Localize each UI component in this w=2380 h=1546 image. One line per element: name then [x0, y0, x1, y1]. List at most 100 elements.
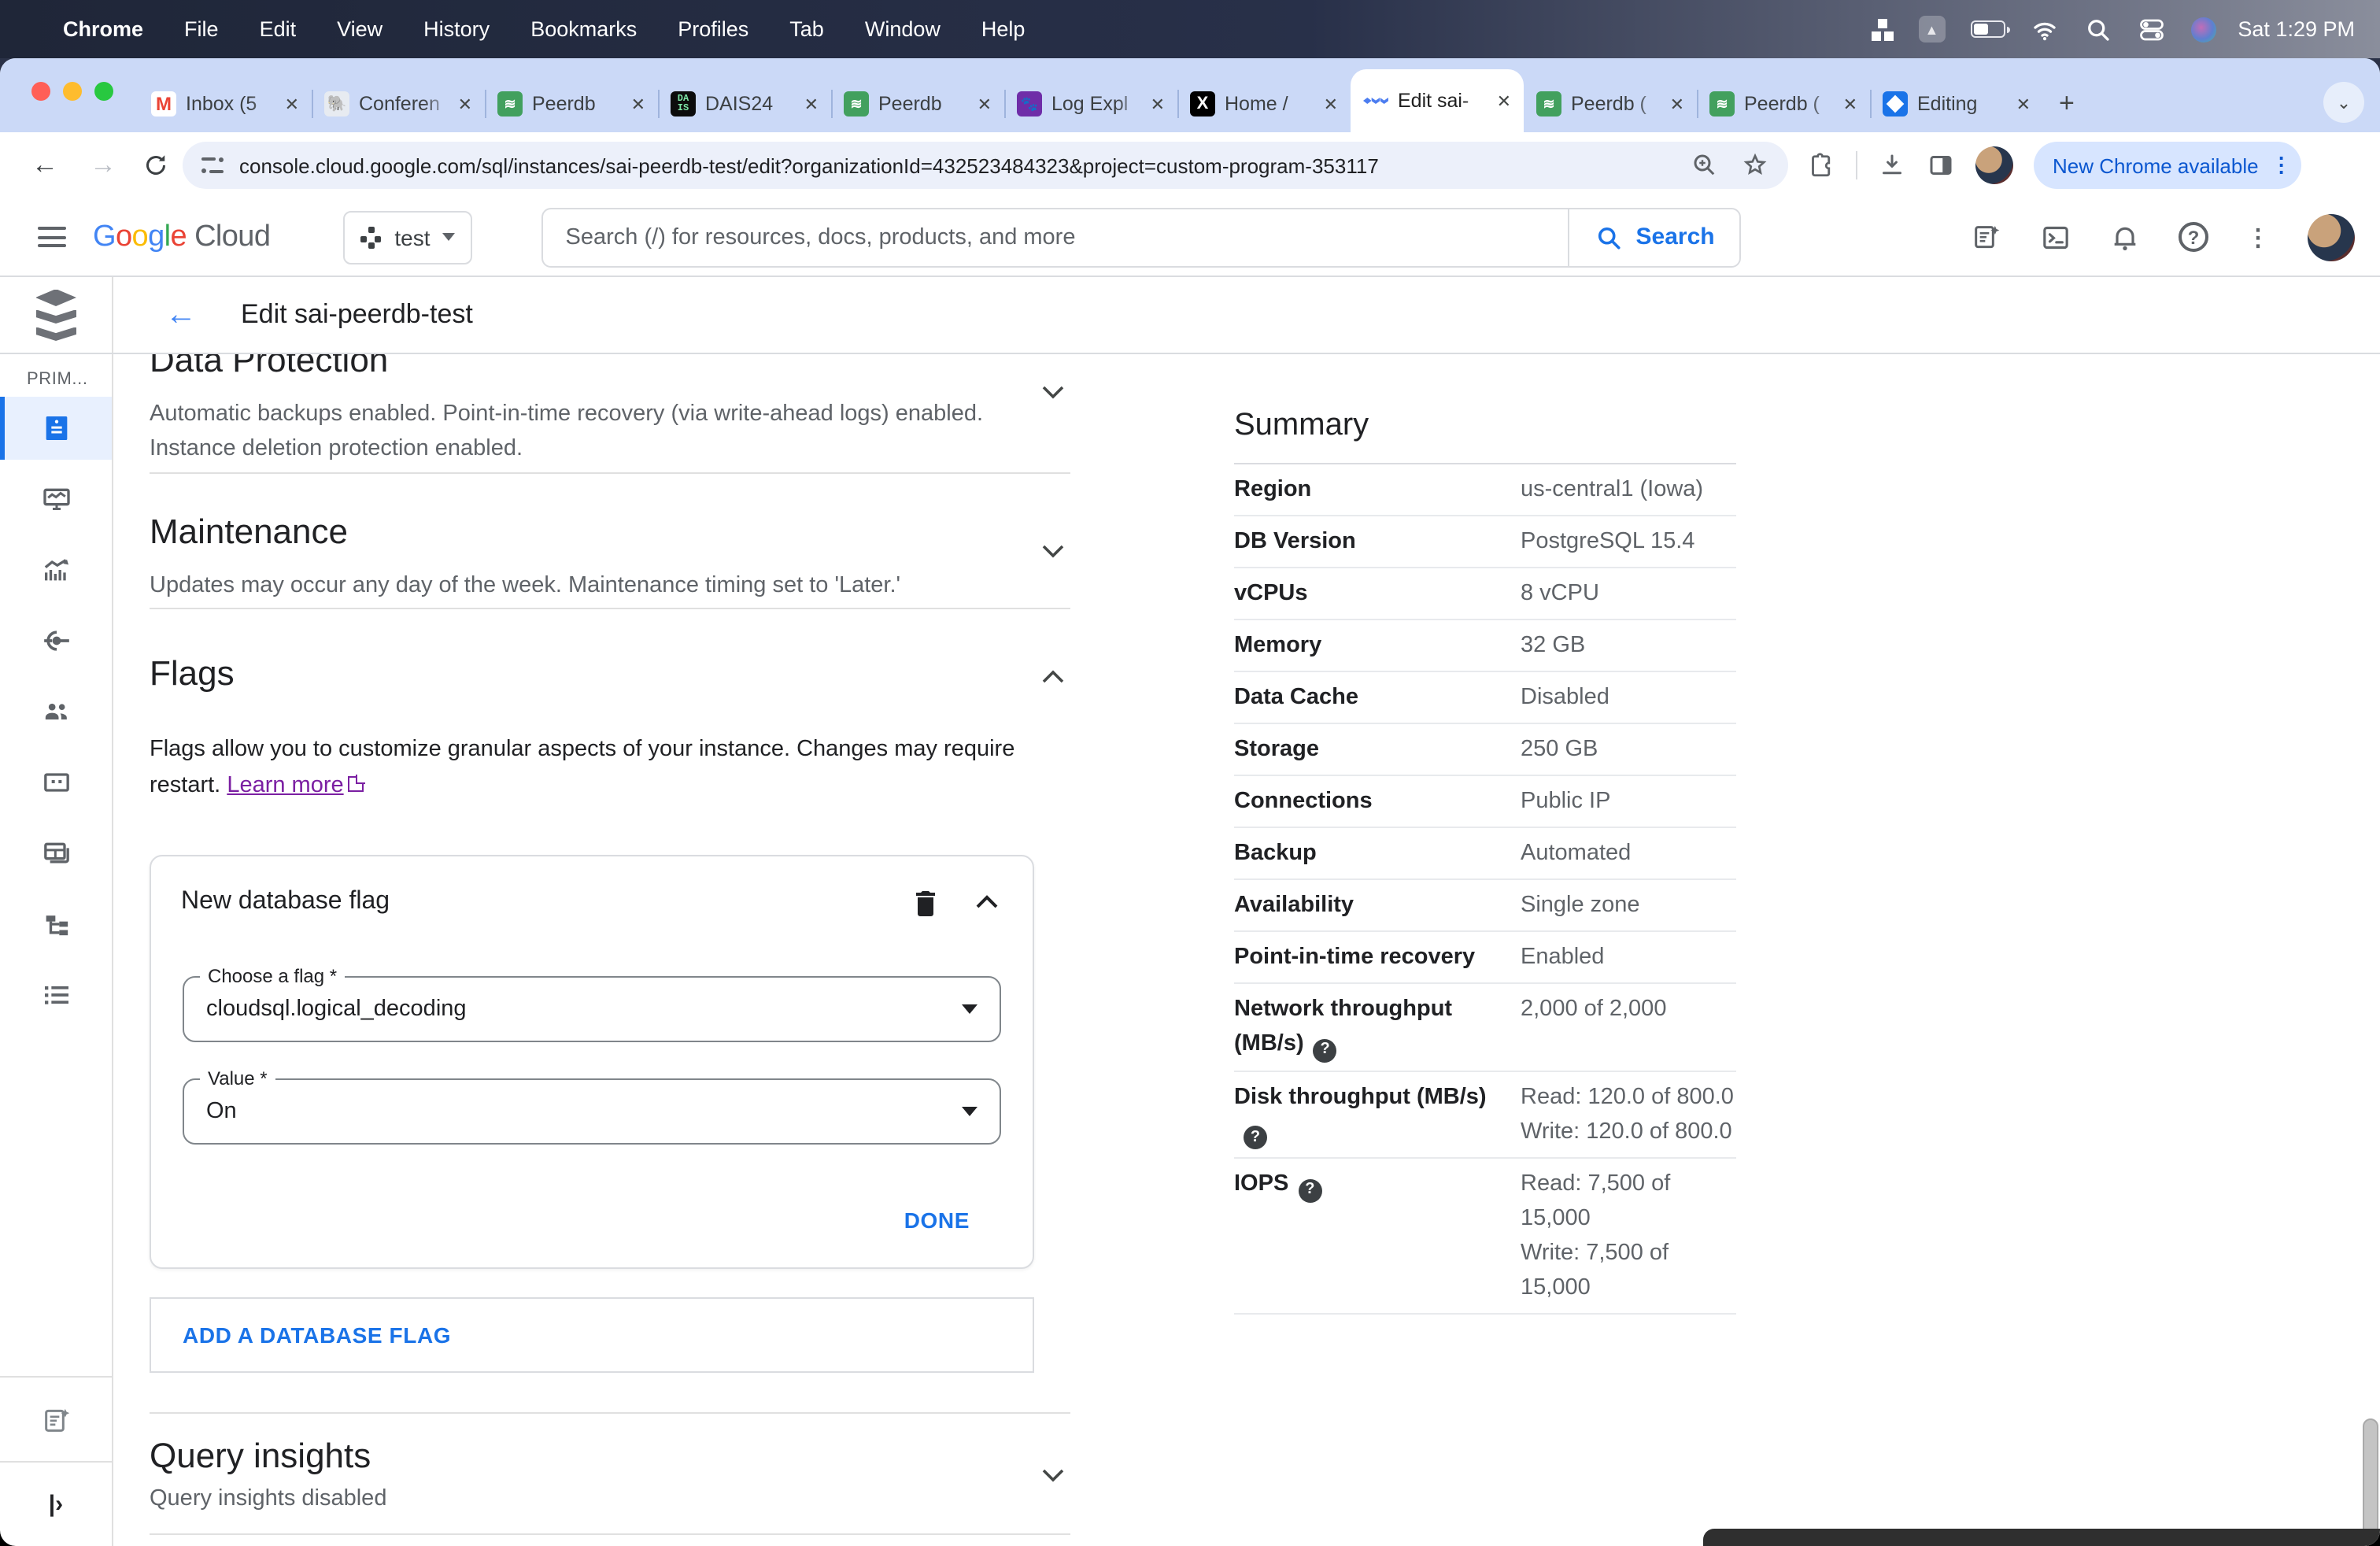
close-tab-icon[interactable]: ✕ [798, 94, 819, 114]
account-avatar[interactable] [2308, 213, 2355, 261]
zoom-page-icon[interactable] [1691, 151, 1719, 179]
side-panel-icon[interactable] [1927, 151, 1955, 179]
menu-edit[interactable]: Edit [260, 17, 297, 41]
tab-peerdb-2[interactable]: ≋ Peerdb ✕ [831, 76, 1006, 132]
more-options-icon[interactable]: ⋮ [2246, 223, 2270, 251]
sidebar-item-connections[interactable] [0, 609, 112, 672]
app-menubar-icon[interactable]: ▲ [1918, 16, 1946, 43]
site-settings-icon[interactable] [201, 154, 224, 176]
sidebar-item-replicas[interactable] [0, 893, 112, 956]
tab-peerdb-4[interactable]: ≋ Peerdb (✕ [1697, 76, 1872, 132]
sidebar-item-overview[interactable] [0, 397, 112, 460]
choose-flag-select[interactable]: Choose a flag * cloudsql.logical_decodin… [183, 965, 1001, 1042]
sidebar-item-release-notes[interactable] [0, 1376, 112, 1461]
control-center-icon[interactable] [2137, 15, 2165, 43]
tab-dais24[interactable]: DA IS DAIS24 ✕ [658, 76, 833, 132]
back-arrow-icon[interactable]: ← [165, 297, 197, 333]
menu-tab[interactable]: Tab [789, 17, 824, 41]
scrollbar-thumb[interactable] [2363, 1418, 2378, 1546]
menu-file[interactable]: File [184, 17, 219, 41]
sidebar-item-system-insights[interactable] [0, 468, 112, 531]
google-cloud-logo[interactable]: Google Cloud [93, 220, 271, 254]
close-tab-icon[interactable]: ✕ [1491, 91, 1511, 111]
help-icon[interactable]: ? [2179, 222, 2208, 252]
add-database-flag-button[interactable]: ADD A DATABASE FLAG [150, 1297, 1034, 1373]
zoom-window-button[interactable] [94, 82, 113, 101]
collapse-panel-button[interactable]: |› [0, 1461, 112, 1546]
sidebar-item-query-insights[interactable] [0, 538, 112, 601]
tab-edit-sai-active[interactable]: Edit sai- ✕ [1351, 69, 1524, 132]
expand-section-chevron-icon[interactable] [1042, 1464, 1064, 1486]
stats-menubar-icon[interactable] [1871, 18, 1894, 40]
bookmark-star-icon[interactable] [1741, 151, 1769, 179]
cloud-search-input[interactable]: Search (/) for resources, docs, products… [541, 207, 1569, 267]
browser-profile-avatar[interactable] [1975, 146, 2013, 184]
spotlight-search-icon[interactable] [2083, 15, 2112, 43]
sidebar-item-users[interactable] [0, 680, 112, 743]
tab-peerdb-3[interactable]: ≋ Peerdb (✕ [1524, 76, 1698, 132]
chrome-menu-dots-icon[interactable]: ⋮ [2271, 153, 2292, 178]
url-text[interactable]: console.cloud.google.com/sql/instances/s… [239, 153, 1691, 177]
help-icon[interactable]: ? [1244, 1126, 1267, 1149]
sidebar-item-backups[interactable] [0, 822, 112, 885]
new-chrome-button[interactable]: New Chrome available ⋮ [2034, 142, 2301, 189]
menu-help[interactable]: Help [981, 17, 1026, 41]
menu-chrome[interactable]: Chrome [63, 17, 143, 41]
done-button[interactable]: DONE [904, 1208, 970, 1233]
collapse-card-chevron-icon[interactable] [976, 891, 998, 913]
tab-x-home[interactable]: X Home / ✕ [1177, 76, 1352, 132]
minimize-window-button[interactable] [63, 82, 82, 101]
learn-more-link[interactable]: Learn more [227, 773, 343, 798]
chevron-down-icon [442, 233, 456, 241]
menu-window[interactable]: Window [865, 17, 941, 41]
tab-log-explorer[interactable]: 🐾 Log Expl ✕ [1004, 76, 1179, 132]
back-icon[interactable]: ← [31, 150, 58, 181]
menu-bookmarks[interactable]: Bookmarks [530, 17, 637, 41]
flag-value-select[interactable]: Value * On [183, 1067, 1001, 1145]
forward-icon[interactable]: → [90, 150, 116, 181]
extensions-icon[interactable] [1807, 151, 1835, 179]
tab-conference[interactable]: 🐘 Conferen ✕ [312, 76, 486, 132]
close-tab-icon[interactable]: ✕ [1837, 94, 1857, 114]
cloud-search-button[interactable]: Search [1568, 207, 1742, 267]
close-tab-icon[interactable]: ✕ [1664, 94, 1684, 114]
tab-search-chevron-icon[interactable]: ⌄ [2323, 82, 2364, 123]
wifi-icon[interactable] [2030, 15, 2058, 43]
nav-menu-icon[interactable] [38, 221, 66, 253]
close-window-button[interactable] [31, 82, 50, 101]
close-tab-icon[interactable]: ✕ [279, 94, 299, 114]
help-icon[interactable]: ? [1313, 1038, 1337, 1062]
system-insights-icon [42, 488, 69, 510]
close-tab-icon[interactable]: ✕ [971, 94, 992, 114]
menubar-clock[interactable]: Sat 1:29 PM [2238, 17, 2355, 41]
omnibox[interactable]: console.cloud.google.com/sql/instances/s… [183, 142, 1788, 189]
battery-icon[interactable] [1970, 20, 2010, 38]
tab-editing[interactable]: Editing ✕ [1870, 76, 2043, 132]
menu-view[interactable]: View [337, 17, 382, 41]
cloud-shell-icon[interactable] [2040, 221, 2071, 253]
close-tab-icon[interactable]: ✕ [2010, 94, 2031, 114]
expand-section-chevron-icon[interactable] [1042, 381, 1064, 403]
menu-history[interactable]: History [423, 17, 490, 41]
close-tab-icon[interactable]: ✕ [1318, 94, 1338, 114]
close-tab-icon[interactable]: ✕ [1144, 94, 1165, 114]
close-tab-icon[interactable]: ✕ [452, 94, 472, 114]
siri-icon[interactable] [2190, 17, 2216, 42]
new-tab-button[interactable]: + [2059, 88, 2075, 120]
tab-inbox[interactable]: M Inbox (5 ✕ [139, 76, 313, 132]
close-tab-icon[interactable]: ✕ [625, 94, 645, 114]
help-icon[interactable]: ? [1298, 1178, 1322, 1202]
sidebar-item-operations[interactable] [0, 963, 112, 1026]
tab-peerdb-1[interactable]: ≋ Peerdb ✕ [485, 76, 660, 132]
summary-row: Storage 250 GB [1234, 724, 1736, 776]
gemini-assist-icon[interactable] [1971, 221, 2002, 253]
delete-flag-icon[interactable] [913, 888, 938, 916]
downloads-icon[interactable] [1878, 151, 1906, 179]
notifications-bell-icon[interactable] [2109, 221, 2141, 253]
sidebar-item-databases[interactable] [0, 751, 112, 814]
reload-icon[interactable] [142, 151, 170, 179]
project-selector[interactable]: test [342, 210, 473, 264]
collapse-section-chevron-icon[interactable] [1042, 666, 1064, 688]
menu-profiles[interactable]: Profiles [678, 17, 748, 41]
expand-section-chevron-icon[interactable] [1042, 540, 1064, 562]
